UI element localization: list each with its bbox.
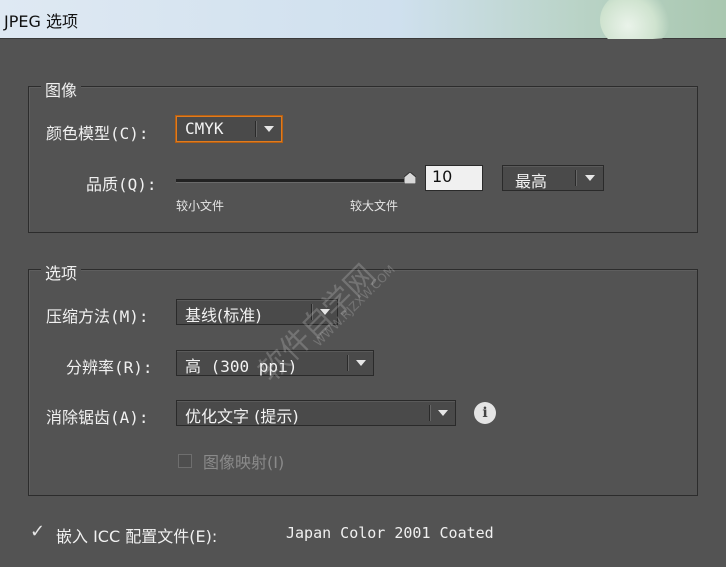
chevron-down-icon <box>585 175 595 181</box>
compression-label: 压缩方法(M): <box>46 307 149 326</box>
image-group-legend: 图像 <box>41 77 82 101</box>
quality-slider-thumb[interactable] <box>404 172 416 184</box>
compression-dropdown[interactable]: 基线(标准) <box>176 299 338 325</box>
info-icon[interactable]: i <box>474 402 496 424</box>
chevron-down-icon <box>356 360 366 366</box>
chevron-down-icon <box>320 309 330 315</box>
quality-value-field[interactable]: 10 <box>425 165 483 191</box>
slider-min-label: 较小文件 <box>176 199 225 213</box>
icc-label: 嵌入 ICC 配置文件(E): <box>56 527 218 546</box>
antialias-dropdown[interactable]: 优化文字 (提示) <box>176 400 456 426</box>
icc-profile-name: Japan Color 2001 Coated <box>286 524 494 542</box>
quality-preset-dropdown[interactable]: 最高 <box>502 165 604 191</box>
color-model-label: 颜色模型(C): <box>46 124 149 143</box>
resolution-label: 分辨率(R): <box>66 358 153 377</box>
chevron-down-icon <box>264 126 274 132</box>
resolution-value: 高 (300 ppi) <box>185 357 298 376</box>
title-bar: JPEG 选项 <box>0 0 726 50</box>
options-group-legend: 选项 <box>41 260 82 284</box>
quality-preset-value: 最高 <box>515 172 548 191</box>
resolution-dropdown[interactable]: 高 (300 ppi) <box>176 350 374 376</box>
window-title: JPEG 选项 <box>4 12 78 31</box>
slider-max-label: 较大文件 <box>350 199 399 213</box>
image-map-label: 图像映射(I) <box>203 453 285 472</box>
color-model-dropdown[interactable]: CMYK <box>176 116 282 142</box>
chevron-down-icon <box>438 410 448 416</box>
image-map-checkbox[interactable] <box>178 454 192 468</box>
quality-label: 品质(Q): <box>86 175 157 194</box>
antialias-label: 消除锯齿(A): <box>46 408 149 427</box>
jpeg-options-dialog: 图像 颜色模型(C): CMYK 品质(Q): 10 最高 较小文件 较大文件 … <box>0 39 726 567</box>
color-model-value: CMYK <box>185 119 224 138</box>
quality-slider-track[interactable] <box>176 179 410 183</box>
compression-value: 基线(标准) <box>185 306 262 325</box>
antialias-value: 优化文字 (提示) <box>185 407 299 426</box>
icc-checkbox[interactable]: ✓ <box>30 521 45 542</box>
